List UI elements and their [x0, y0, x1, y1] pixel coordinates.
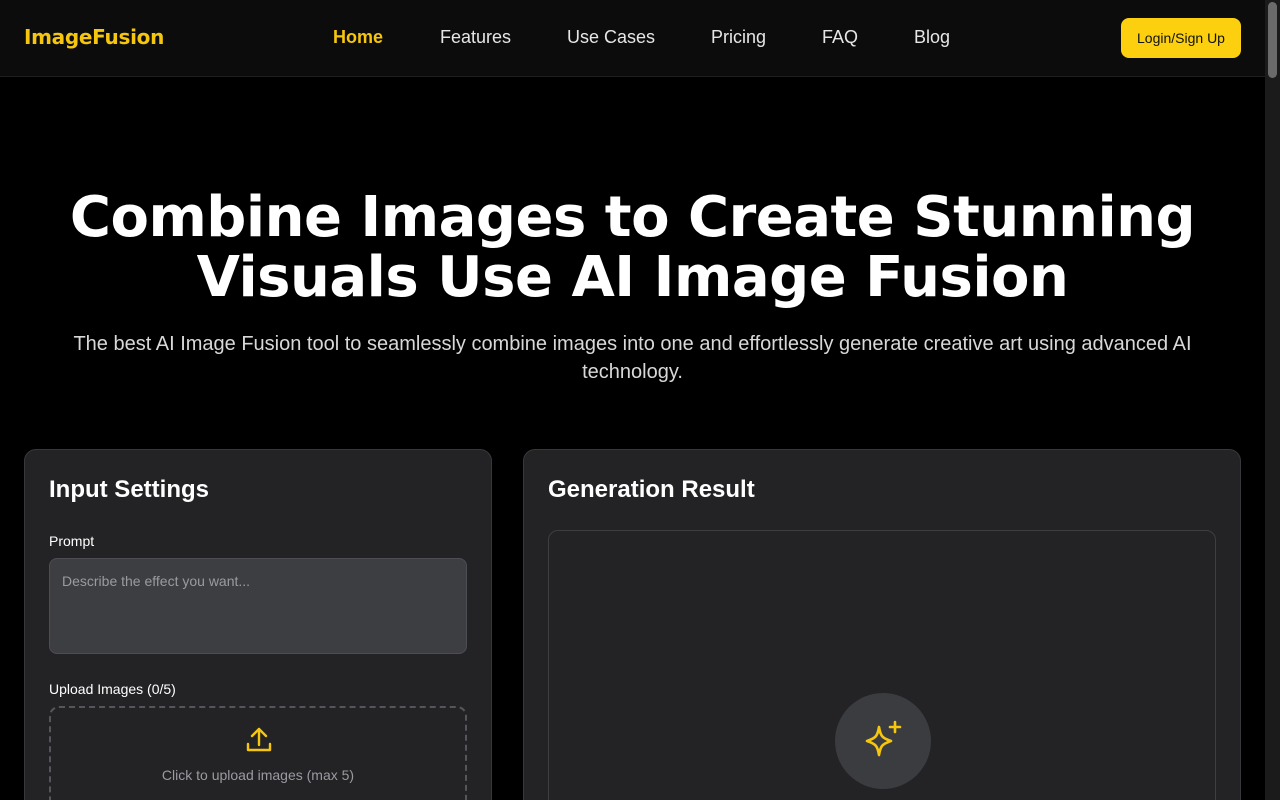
nav-home[interactable]: Home: [333, 27, 383, 48]
hero-title-line-1: Combine Images to Create Stunning: [69, 185, 1196, 250]
result-placeholder: [835, 693, 931, 789]
sparkles-icon: [865, 720, 902, 757]
input-settings-title: Input Settings: [49, 476, 209, 503]
upload-hint: Click to upload images (max 5): [161, 767, 355, 783]
hero-subtitle: The best AI Image Fusion tool to seamles…: [73, 333, 1192, 383]
generation-result-title: Generation Result: [548, 476, 755, 503]
generation-result-panel: Generation Result: [523, 449, 1241, 800]
navbar: ImageFusion Home Features Use Cases Pric…: [0, 0, 1265, 77]
upload-dropzone[interactable]: Click to upload images (max 5): [49, 706, 467, 800]
main-nav: Home Features Use Cases Pricing FAQ Blog: [0, 27, 1265, 51]
upload-images-label: Upload Images (0/5): [49, 681, 176, 697]
login-signup-button[interactable]: Login/Sign Up: [1121, 18, 1241, 58]
result-preview-area: [548, 530, 1216, 800]
prompt-input[interactable]: [49, 558, 467, 654]
nav-features[interactable]: Features: [440, 27, 511, 48]
nav-use-cases[interactable]: Use Cases: [567, 27, 655, 48]
prompt-label: Prompt: [49, 533, 95, 549]
hero-title-line-2: Visuals Use AI Image Fusion: [196, 245, 1069, 310]
nav-pricing[interactable]: Pricing: [711, 27, 766, 48]
upload-icon: [246, 727, 272, 752]
nav-faq[interactable]: FAQ: [822, 27, 858, 48]
hero-title: Combine Images to Create Stunning Visual…: [0, 188, 1265, 308]
nav-blog[interactable]: Blog: [914, 27, 950, 48]
page-scrollbar[interactable]: [1265, 0, 1280, 800]
input-settings-panel: Input Settings Prompt Upload Images (0/5…: [24, 449, 492, 800]
scrollbar-thumb[interactable]: [1268, 2, 1277, 78]
